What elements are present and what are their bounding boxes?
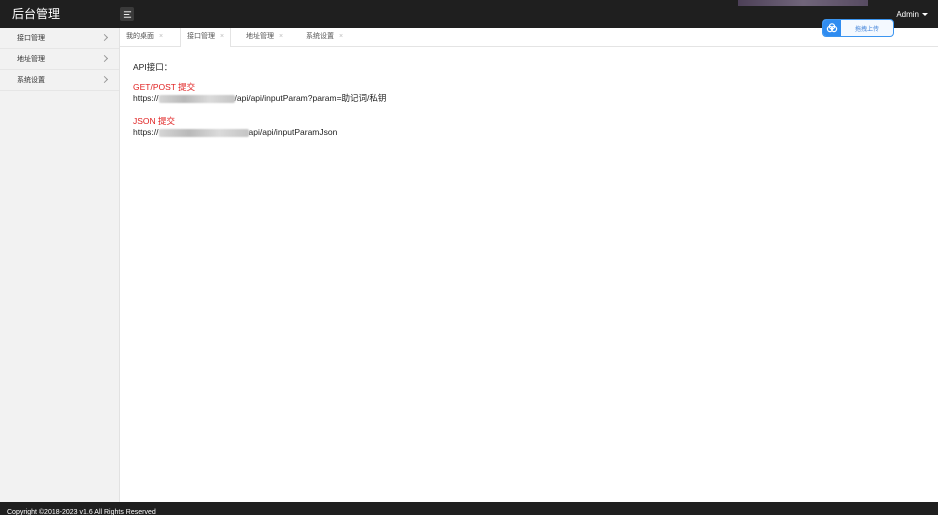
sidebar-item-api-management[interactable]: 接口管理 — [0, 28, 119, 49]
redacted-domain — [158, 128, 249, 137]
cloud-upload-icon — [823, 20, 841, 36]
json-block: JSON 提交 https:// api/api/inputParamJson — [133, 116, 386, 138]
tab-system-settings[interactable]: 系统设置 × — [300, 28, 349, 46]
json-url: https:// api/api/inputParamJson — [133, 127, 386, 138]
close-icon[interactable]: × — [279, 28, 283, 46]
copyright-text: Copyright ©2018-2023 v1.6 All Rights Res… — [7, 509, 156, 516]
url-prefix: https:// — [133, 93, 159, 103]
menu-icon — [123, 10, 131, 18]
caret-down-icon — [922, 12, 928, 16]
url-suffix: api/api/inputParamJson — [248, 127, 338, 137]
sidebar-item-address-management[interactable]: 地址管理 — [0, 49, 119, 70]
main-content: API接口： GET/POST 提交 https:// /api/api/inpu… — [133, 62, 386, 150]
upload-label: 拖拽上传 — [854, 26, 879, 33]
user-menu[interactable]: Admin — [896, 7, 928, 21]
chevron-right-icon — [100, 33, 109, 42]
api-heading: API接口： — [133, 62, 173, 72]
json-method-label: JSON 提交 — [133, 116, 176, 126]
footer: Copyright ©2018-2023 v1.6 All Rights Res… — [0, 502, 938, 516]
sidebar-item-label: 接口管理 — [17, 35, 45, 42]
brand-title: 后台管理 — [12, 7, 61, 21]
drag-upload-button[interactable]: 拖拽上传 — [822, 19, 894, 37]
chevron-right-icon — [100, 75, 109, 84]
close-icon[interactable]: × — [220, 28, 224, 46]
menu-toggle-button[interactable] — [120, 7, 134, 21]
get-post-block: GET/POST 提交 https:// /api/api/inputParam?… — [133, 82, 386, 104]
tab-api-management[interactable]: 接口管理 × — [180, 28, 232, 47]
redacted-domain — [158, 94, 235, 103]
get-post-method-label: GET/POST 提交 — [133, 82, 196, 92]
close-icon[interactable]: × — [159, 28, 163, 46]
tab-label: 接口管理 — [187, 33, 215, 40]
tab-label: 我的桌面 — [126, 33, 154, 40]
tab-my-desktop[interactable]: 我的桌面 × — [120, 28, 169, 46]
sidebar-item-system-settings[interactable]: 系统设置 — [0, 70, 119, 91]
url-suffix: /api/api/inputParam?param=助记词/私钥 — [234, 93, 387, 103]
tab-label: 地址管理 — [246, 33, 274, 40]
user-name: Admin — [896, 9, 919, 19]
close-icon[interactable]: × — [339, 28, 343, 46]
sidebar: 接口管理 地址管理 系统设置 — [0, 28, 120, 502]
tab-bar: 我的桌面 × 接口管理 × 地址管理 × 系统设置 × — [120, 28, 938, 47]
chevron-right-icon — [100, 54, 109, 63]
header-background-decoration — [738, 0, 868, 6]
sidebar-item-label: 系统设置 — [17, 77, 45, 84]
get-post-url: https:// /api/api/inputParam?param=助记词/私钥 — [133, 93, 386, 104]
sidebar-item-label: 地址管理 — [17, 56, 45, 63]
top-bar: 后台管理 Admin — [0, 0, 938, 28]
url-prefix: https:// — [133, 127, 159, 137]
tab-address-management[interactable]: 地址管理 × — [240, 28, 289, 46]
tab-label: 系统设置 — [306, 33, 334, 40]
